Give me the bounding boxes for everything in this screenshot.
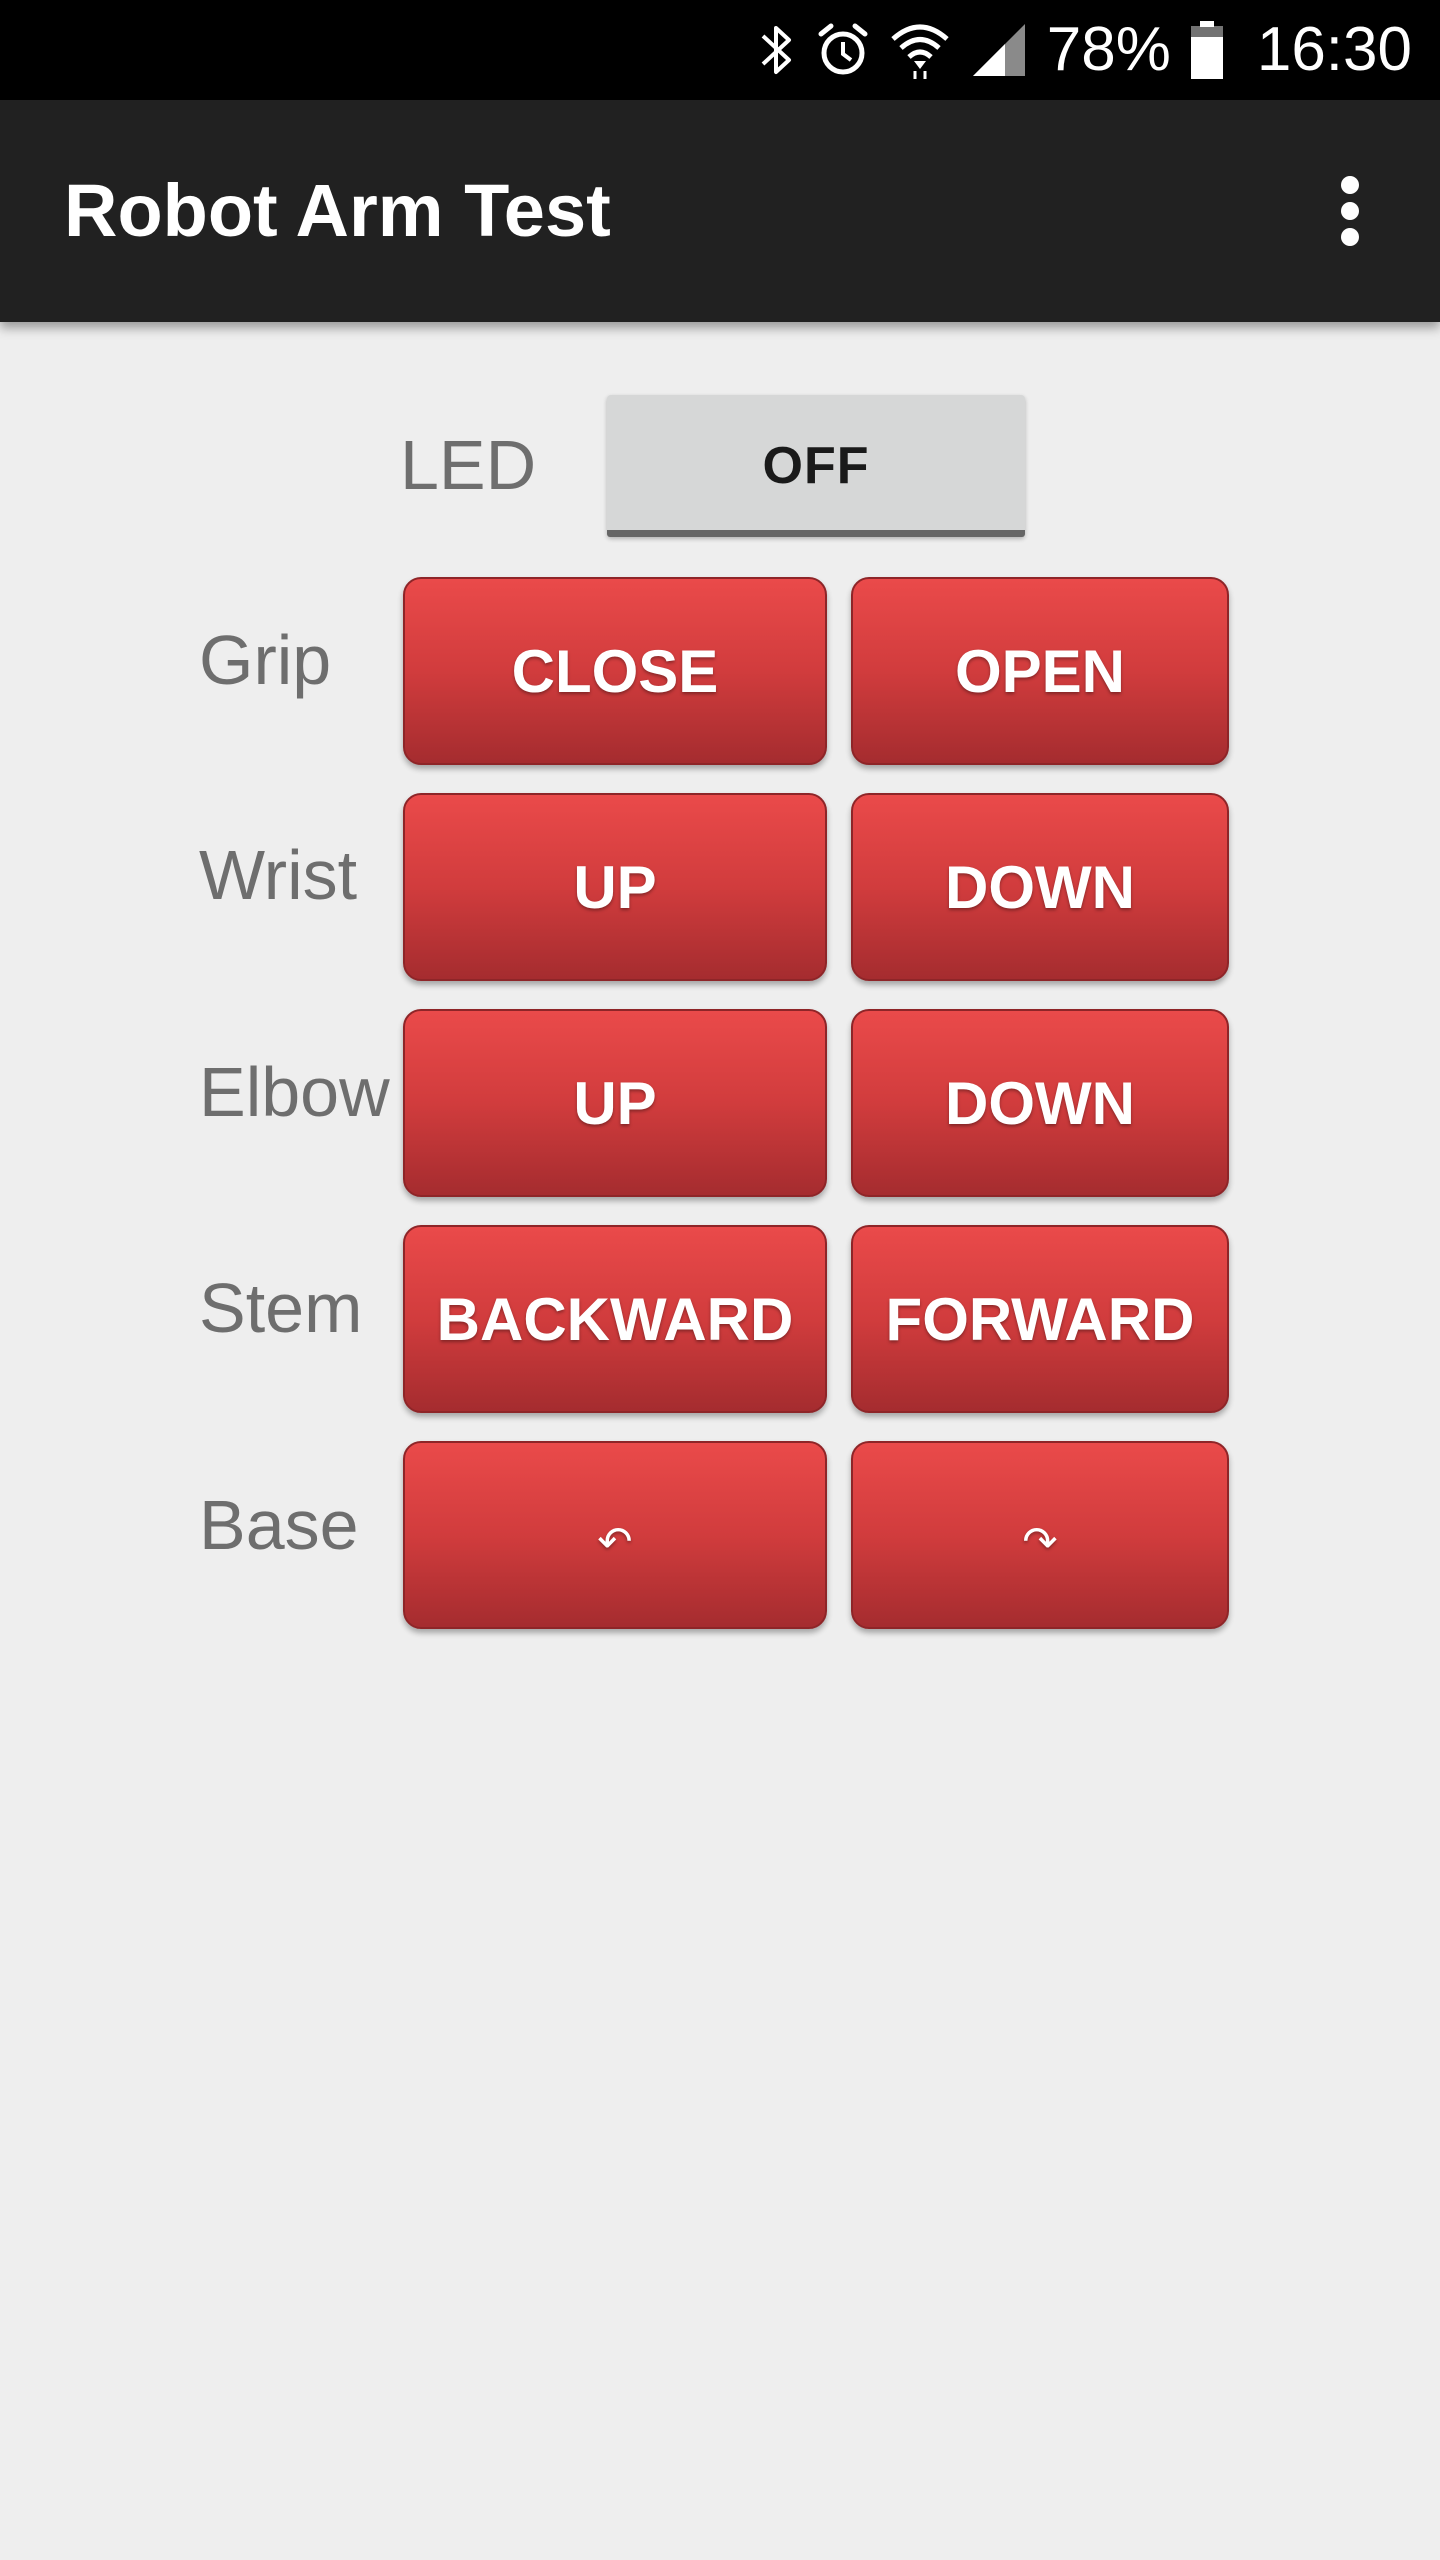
base-rotate-right-button[interactable]: ↷	[851, 1441, 1229, 1629]
elbow-down-button[interactable]: DOWN	[851, 1009, 1229, 1197]
status-icons: 78% 16:30	[757, 0, 1412, 100]
wrist-label: Wrist	[199, 836, 358, 914]
rotate-left-icon: ↶	[597, 1516, 633, 1566]
clock: 16:30	[1256, 15, 1412, 84]
app-title: Robot Arm Test	[64, 169, 611, 252]
stem-forward-button[interactable]: FORWARD	[851, 1225, 1229, 1413]
led-toggle-button[interactable]: OFF	[607, 395, 1025, 537]
battery-icon	[1190, 21, 1223, 79]
stem-label: Stem	[199, 1269, 363, 1347]
stem-backward-button[interactable]: BACKWARD	[403, 1225, 827, 1413]
battery-percent: 78%	[1046, 15, 1171, 84]
elbow-up-button[interactable]: UP	[403, 1009, 827, 1197]
grip-label: Grip	[199, 621, 332, 699]
status-bar: 78% 16:30	[0, 0, 1440, 100]
base-rotate-left-button[interactable]: ↶	[403, 1441, 827, 1629]
wifi-icon	[891, 24, 949, 79]
overflow-menu-button[interactable]	[1290, 151, 1410, 271]
app-bar: Robot Arm Test	[0, 100, 1440, 322]
wrist-down-button[interactable]: DOWN	[851, 793, 1229, 981]
grip-open-button[interactable]: OPEN	[851, 577, 1229, 765]
base-label: Base	[199, 1486, 359, 1564]
alarm-icon	[818, 23, 868, 75]
cell-signal-icon	[972, 24, 1025, 76]
more-vert-icon	[1341, 176, 1359, 246]
grip-close-button[interactable]: CLOSE	[403, 577, 827, 765]
bluetooth-icon	[761, 26, 791, 74]
rotate-right-icon: ↷	[1022, 1516, 1058, 1566]
led-label: LED	[400, 426, 537, 504]
elbow-label: Elbow	[199, 1053, 390, 1131]
wrist-up-button[interactable]: UP	[403, 793, 827, 981]
